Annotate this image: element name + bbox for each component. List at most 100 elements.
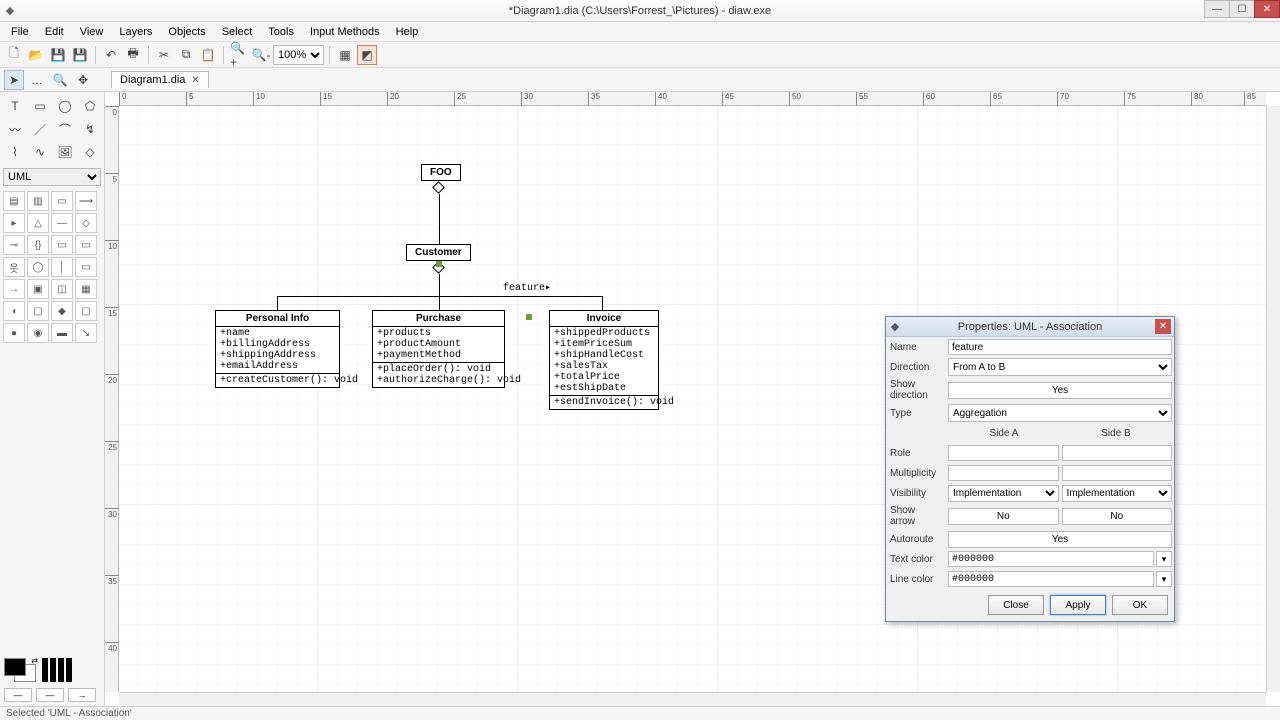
line-color-dropdown-icon[interactable]: ▾	[1156, 571, 1172, 587]
visibility-b-select[interactable]: Implementation	[1062, 485, 1173, 502]
uml-lifeline-icon[interactable]: │	[51, 257, 73, 277]
line-color-input[interactable]	[948, 571, 1154, 587]
name-input[interactable]	[948, 339, 1172, 355]
text-color-dropdown-icon[interactable]: ▾	[1156, 551, 1172, 567]
pointer-tool-icon[interactable]: ➤	[4, 70, 24, 90]
grid-snap-icon[interactable]: ▦	[335, 45, 355, 65]
scroll-tool-icon[interactable]: ✥	[73, 70, 93, 90]
arc-tool-icon[interactable]: ⌒	[53, 118, 77, 140]
uml-association-icon[interactable]: —	[51, 213, 73, 233]
uml-final-icon[interactable]: ◉	[27, 323, 49, 343]
menu-help[interactable]: Help	[389, 24, 426, 40]
maximize-button[interactable]: ☐	[1229, 0, 1255, 18]
selection-handle[interactable]	[436, 261, 442, 267]
save-icon[interactable]: 💾	[48, 45, 68, 65]
menu-file[interactable]: File	[4, 24, 36, 40]
minimize-button[interactable]: —	[1204, 0, 1230, 18]
uml-class-personal-info[interactable]: Personal Info +name +billingAddress +shi…	[215, 310, 340, 388]
menu-tools[interactable]: Tools	[261, 24, 301, 40]
zigzag-tool-icon[interactable]: ↯	[78, 118, 102, 140]
multiplicity-a-input[interactable]	[948, 465, 1059, 481]
text-edit-tool-icon[interactable]: …	[27, 70, 47, 90]
uml-aggregation-icon[interactable]: ◇	[75, 213, 97, 233]
tab-close-icon[interactable]: ✕	[191, 75, 199, 86]
uml-message-icon[interactable]: →	[3, 279, 25, 299]
uml-transition-icon[interactable]: ↘	[75, 323, 97, 343]
show-arrow-a-toggle[interactable]: No	[948, 508, 1059, 525]
apply-button[interactable]: Apply	[1050, 595, 1106, 615]
uml-component-icon[interactable]: ▣	[27, 279, 49, 299]
zoom-in-icon[interactable]: 🔍+	[229, 45, 249, 65]
multiplicity-b-input[interactable]	[1062, 465, 1173, 481]
print-icon[interactable]: 🖶	[123, 45, 143, 65]
new-icon[interactable]: 🗋	[4, 45, 24, 65]
menu-layers[interactable]: Layers	[112, 24, 159, 40]
uml-dependency-icon[interactable]: ⟶	[75, 191, 97, 211]
uml-node-icon[interactable]: ◫	[51, 279, 73, 299]
uml-class-foo[interactable]: FOO	[421, 164, 461, 181]
zoom-select[interactable]: 100%	[273, 45, 324, 65]
menu-view[interactable]: View	[73, 24, 111, 40]
uml-class-purchase[interactable]: Purchase +products +productAmount +payme…	[372, 310, 505, 388]
image-tool-icon[interactable]: 🖼	[53, 141, 77, 163]
uml-template-icon[interactable]: ▥	[27, 191, 49, 211]
uml-branch-icon[interactable]: ◆	[51, 301, 73, 321]
type-select[interactable]: Aggregation	[948, 404, 1172, 422]
bezierline-tool-icon[interactable]: ∿	[28, 141, 52, 163]
close-button[interactable]: ✕	[1254, 0, 1280, 18]
uml-class-invoice[interactable]: Invoice +shippedProducts +itemPriceSum +…	[549, 310, 659, 410]
shape-set-select[interactable]: UML	[3, 168, 101, 186]
color-selector[interactable]: ⇄	[0, 654, 104, 686]
show-arrow-b-toggle[interactable]: No	[1062, 508, 1173, 525]
uml-initial-icon[interactable]: ●	[3, 323, 25, 343]
end-arrow-select[interactable]: →	[68, 688, 96, 702]
swap-colors-icon[interactable]: ⇄	[31, 656, 38, 665]
ellipse-tool-icon[interactable]: ◯	[53, 95, 77, 117]
role-a-input[interactable]	[948, 445, 1059, 461]
role-b-input[interactable]	[1062, 445, 1173, 461]
fg-color-swatch[interactable]	[4, 658, 26, 676]
line-tool-icon[interactable]: ／	[28, 118, 52, 140]
uml-classicon-icon[interactable]: ▦	[75, 279, 97, 299]
menu-objects[interactable]: Objects	[161, 24, 212, 40]
save-as-icon[interactable]: 💾	[70, 45, 90, 65]
copy-icon[interactable]: ⧉	[176, 45, 196, 65]
paste-icon[interactable]: 📋	[198, 45, 218, 65]
uml-constraint-icon[interactable]: {}	[27, 235, 49, 255]
dialog-close-button[interactable]: ✕	[1155, 319, 1171, 334]
menu-select[interactable]: Select	[215, 24, 260, 40]
uml-largepkg-icon[interactable]: ▭	[75, 235, 97, 255]
uml-object-icon[interactable]: ▭	[75, 257, 97, 277]
cut-icon[interactable]: ✂	[154, 45, 174, 65]
horizontal-scrollbar[interactable]	[119, 692, 1266, 706]
document-tab[interactable]: Diagram1.dia ✕	[111, 71, 209, 88]
uml-actor-icon[interactable]: 웃	[3, 257, 25, 277]
text-tool-icon[interactable]: T	[3, 95, 27, 117]
autoroute-toggle[interactable]: Yes	[948, 531, 1172, 548]
object-snap-icon[interactable]: ◩	[357, 45, 377, 65]
uml-realize-icon[interactable]: ▸	[3, 213, 25, 233]
open-icon[interactable]: 📂	[26, 45, 46, 65]
visibility-a-select[interactable]: Implementation	[948, 485, 1059, 502]
selection-handle[interactable]	[526, 314, 532, 320]
show-direction-toggle[interactable]: Yes	[948, 382, 1172, 399]
start-arrow-select[interactable]: —	[4, 688, 32, 702]
bezier-tool-icon[interactable]: 〰	[3, 118, 27, 140]
uml-state-icon[interactable]: ◖	[3, 301, 25, 321]
menu-edit[interactable]: Edit	[38, 24, 71, 40]
vertical-scrollbar[interactable]	[1266, 106, 1280, 692]
outline-tool-icon[interactable]: ◇	[78, 141, 102, 163]
undo-icon[interactable]: ↶	[101, 45, 121, 65]
properties-dialog[interactable]: ◆ Properties: UML - Association ✕ Name D…	[885, 316, 1175, 622]
uml-generalize-icon[interactable]: △	[27, 213, 49, 233]
zoom-tool-icon[interactable]: 🔍	[50, 70, 70, 90]
uml-activity-icon[interactable]: ▢	[75, 301, 97, 321]
box-tool-icon[interactable]: ▭	[28, 95, 52, 117]
uml-state2-icon[interactable]: ▢	[27, 301, 49, 321]
dialog-titlebar[interactable]: ◆ Properties: UML - Association ✕	[886, 317, 1174, 337]
uml-class-icon[interactable]: ▤	[3, 191, 25, 211]
uml-class-customer[interactable]: Customer	[406, 244, 471, 261]
uml-note-icon[interactable]: ▭	[51, 191, 73, 211]
uml-usecase-icon[interactable]: ◯	[27, 257, 49, 277]
close-button[interactable]: Close	[988, 595, 1044, 615]
